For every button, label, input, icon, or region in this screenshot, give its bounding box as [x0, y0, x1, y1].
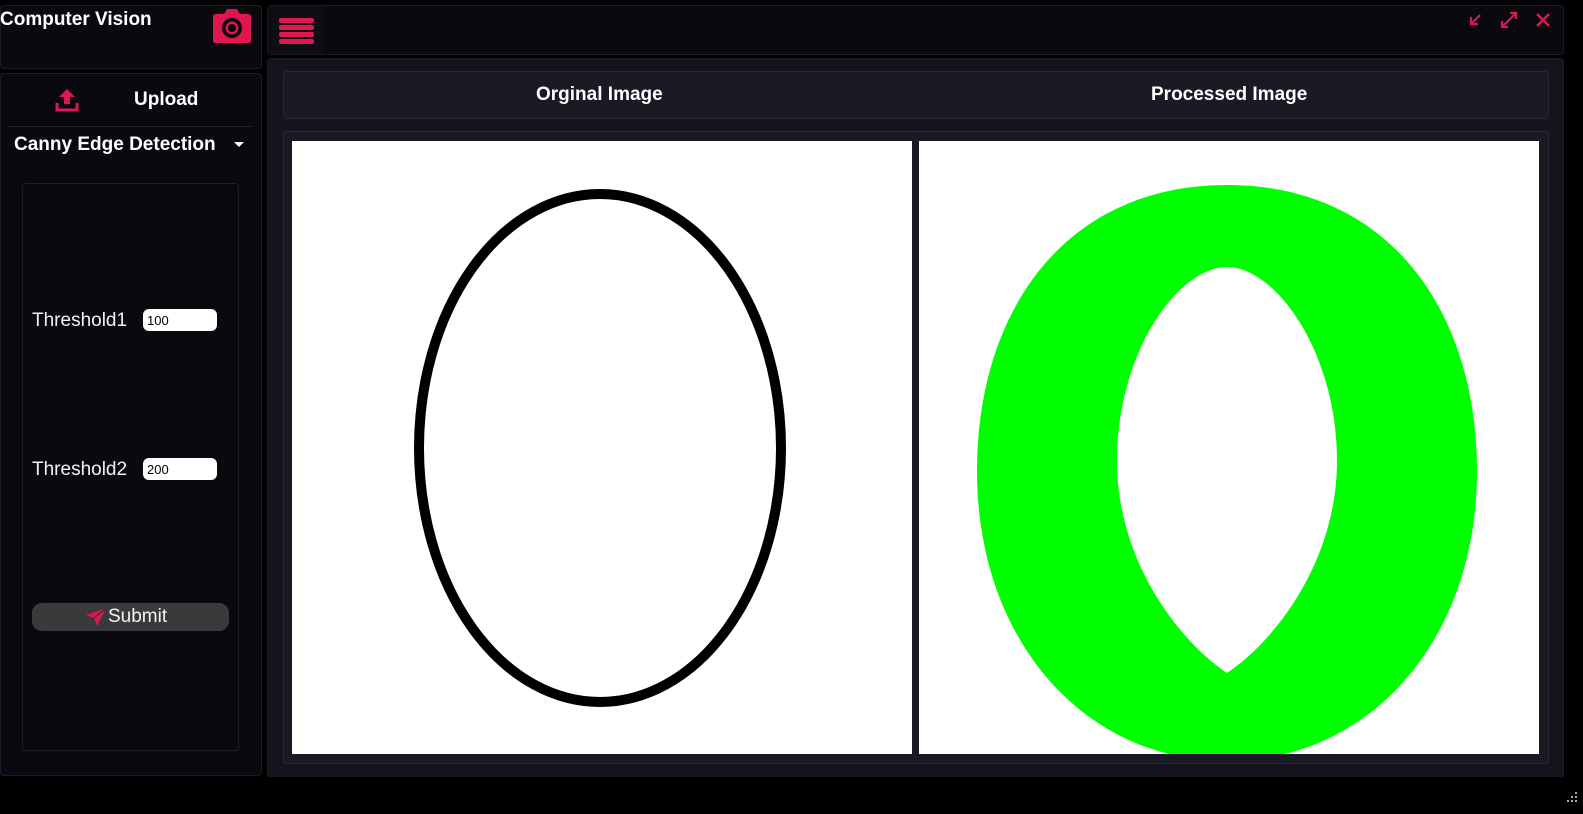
processed-image-title: Processed Image	[1151, 84, 1308, 105]
filter-select[interactable]: Canny Edge Detection	[8, 126, 252, 162]
image-headers	[283, 71, 1549, 119]
close-icon[interactable]	[1531, 8, 1555, 32]
filter-select-value: Canny Edge Detection	[14, 134, 216, 155]
original-image	[292, 141, 912, 754]
camera-icon	[210, 6, 254, 46]
threshold2-label: Threshold2	[32, 459, 128, 480]
resize-grip-icon[interactable]	[1565, 790, 1579, 804]
threshold1-input[interactable]	[143, 309, 217, 331]
upload-button[interactable]: Upload	[134, 89, 198, 111]
upload-icon[interactable]	[54, 86, 80, 114]
submit-label: Submit	[108, 606, 168, 627]
hamburger-menu-icon[interactable]	[268, 6, 324, 54]
toolbar	[267, 5, 1564, 55]
original-image-title: Orginal Image	[536, 84, 663, 105]
submit-button[interactable]: Submit	[32, 603, 229, 631]
app-title: Computer Vision	[0, 9, 152, 30]
threshold2-input[interactable]	[143, 458, 217, 480]
maximize-icon[interactable]	[1497, 8, 1521, 32]
caret-down-icon	[234, 142, 244, 147]
status-bar	[0, 777, 1583, 814]
threshold1-label: Threshold1	[32, 310, 128, 331]
minimize-icon[interactable]	[1463, 8, 1487, 32]
processed-image	[919, 141, 1539, 754]
send-icon	[84, 606, 108, 628]
